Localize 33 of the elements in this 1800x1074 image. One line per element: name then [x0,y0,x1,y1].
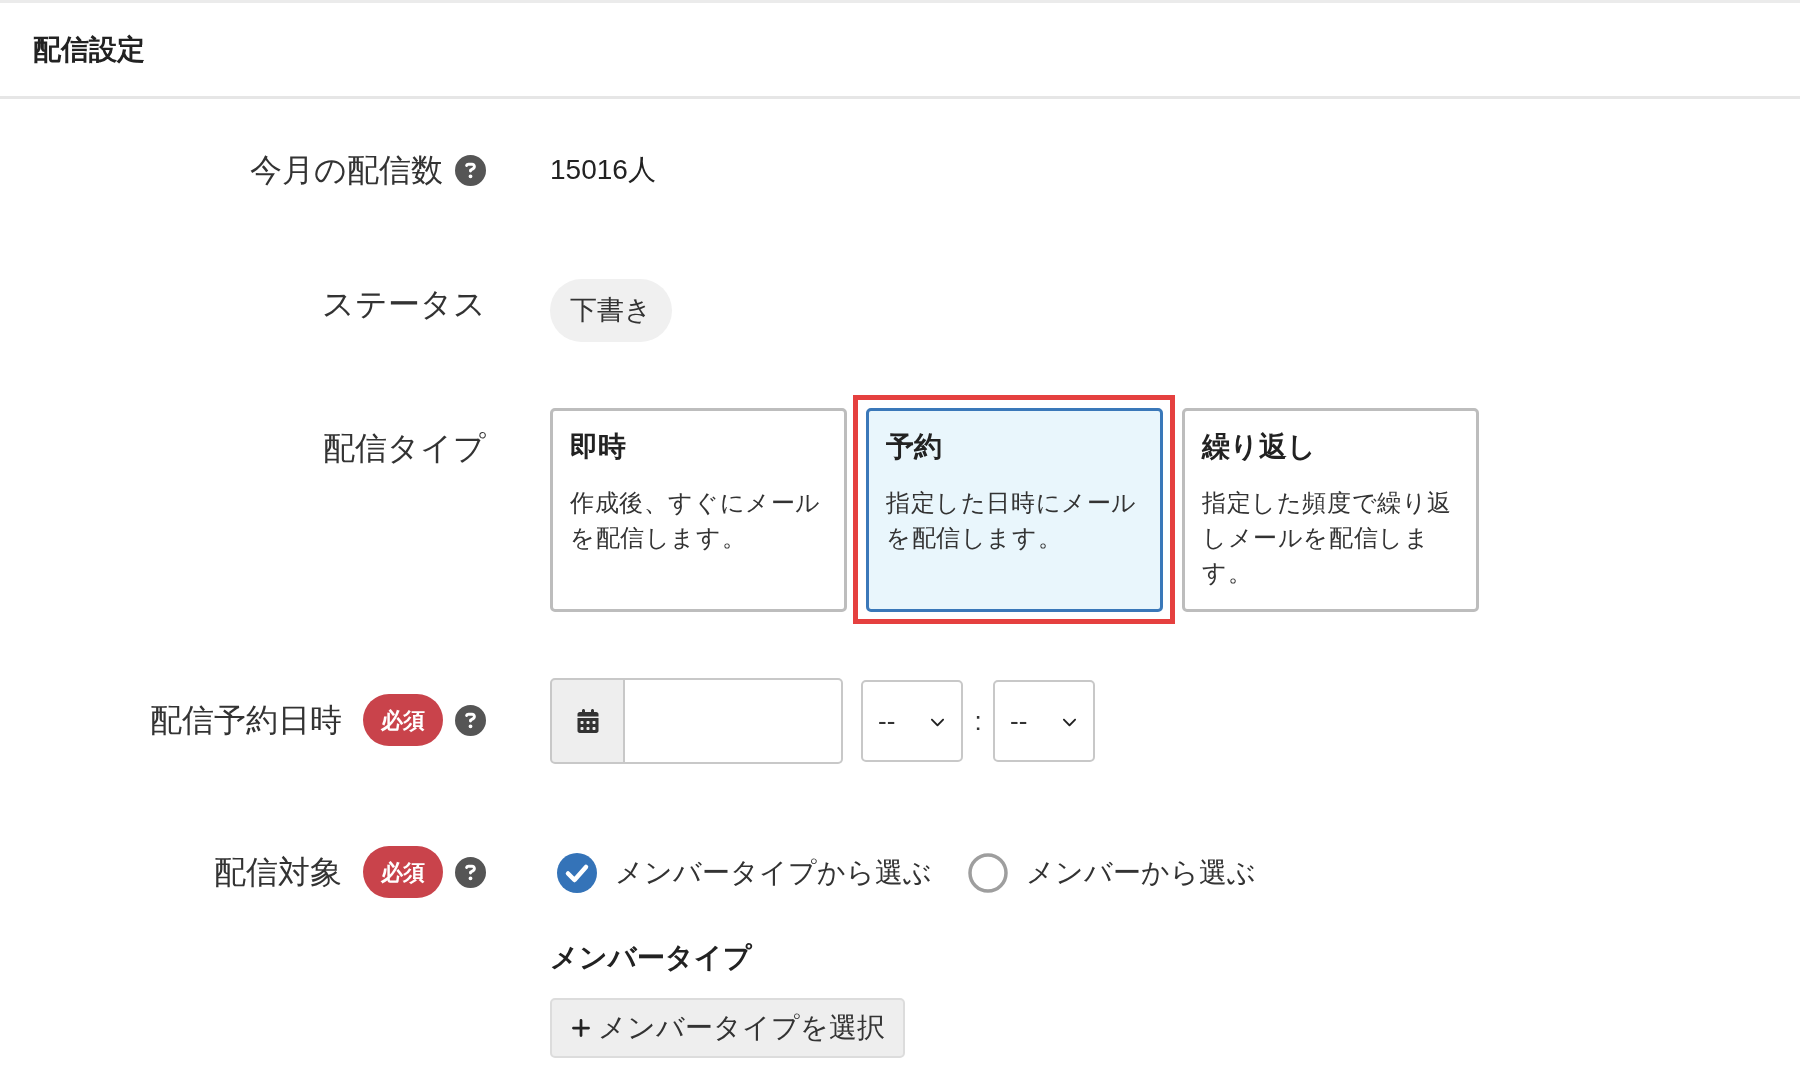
help-icon[interactable] [455,856,486,888]
hour-select[interactable]: -- [861,680,963,762]
calendar-icon [576,709,599,733]
card-title: 即時 [570,430,627,464]
required-badge: 必須 [363,694,443,746]
field-label: 配信予約日時 [150,701,342,740]
plus-icon [570,1017,592,1039]
subheading: メンバータイプ [550,941,752,975]
card-description: 指定した頻度で繰り返しメールを配信します。 [1202,488,1453,588]
card-title: 繰り返し [1202,430,1317,464]
minute-select[interactable]: -- [993,680,1095,762]
status-badge: 下書き [550,279,672,342]
section-title: 配信設定 [33,32,145,67]
field-label: ステータス [322,285,486,324]
calendar-button[interactable] [550,678,625,764]
select-member-type-button[interactable]: メンバータイプを選択 [550,998,905,1058]
time-separator: : [973,704,983,738]
option-card[interactable]: 繰り返し 指定した頻度で繰り返しメールを配信します。 [1182,408,1479,612]
delivery-count: 15016人 [550,153,656,187]
help-icon[interactable] [455,704,486,736]
field-label: 配信タイプ [323,429,486,468]
field-label: 今月の配信数 [250,151,443,190]
card-description: 指定した日時にメールを配信します。 [886,488,1138,553]
field-label: 配信対象 [214,853,342,892]
help-icon[interactable] [455,154,486,186]
required-badge: 必須 [363,846,443,898]
radio-option[interactable]: メンバータイプから選ぶ [557,852,932,894]
card-title: 予約 [886,430,943,464]
date-input-field[interactable] [625,678,843,764]
option-card[interactable]: 即時 作成後、すぐにメールを配信します。 [550,408,847,612]
option-card[interactable]: 予約 指定した日時にメールを配信します。 [866,408,1163,612]
card-description: 作成後、すぐにメールを配信します。 [570,488,822,553]
radio-option[interactable]: メンバーから選ぶ [968,852,1256,894]
